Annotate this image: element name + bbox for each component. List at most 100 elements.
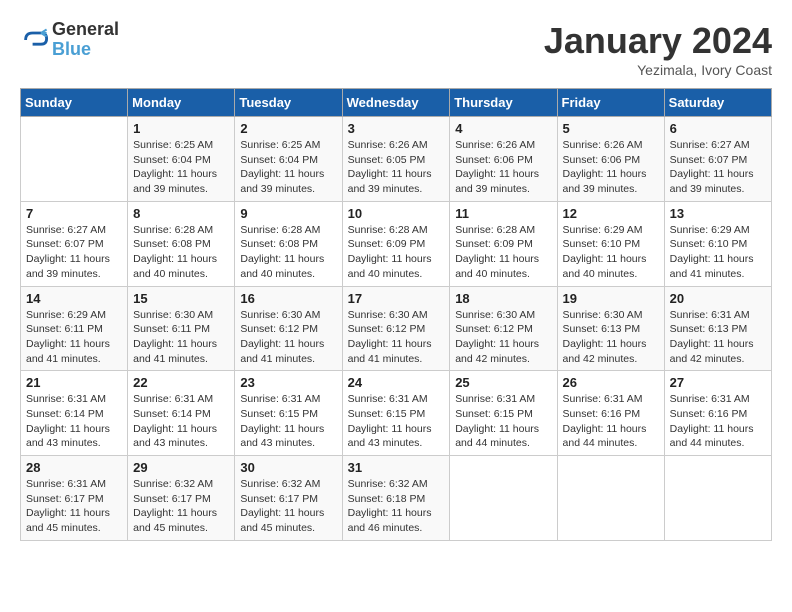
day-info: Sunrise: 6:27 AM Sunset: 6:07 PM Dayligh… bbox=[670, 138, 766, 197]
day-number: 12 bbox=[563, 206, 659, 221]
day-info: Sunrise: 6:26 AM Sunset: 6:06 PM Dayligh… bbox=[563, 138, 659, 197]
calendar-cell: 1 Sunrise: 6:25 AM Sunset: 6:04 PM Daylig… bbox=[128, 117, 235, 202]
header-day: Thursday bbox=[450, 89, 557, 117]
calendar-cell: 7 Sunrise: 6:27 AM Sunset: 6:07 PM Daylig… bbox=[21, 201, 128, 286]
calendar-cell: 8 Sunrise: 6:28 AM Sunset: 6:08 PM Daylig… bbox=[128, 201, 235, 286]
calendar-cell: 9 Sunrise: 6:28 AM Sunset: 6:08 PM Daylig… bbox=[235, 201, 342, 286]
day-info: Sunrise: 6:25 AM Sunset: 6:04 PM Dayligh… bbox=[133, 138, 229, 197]
calendar-cell: 21 Sunrise: 6:31 AM Sunset: 6:14 PM Dayli… bbox=[21, 371, 128, 456]
day-info: Sunrise: 6:27 AM Sunset: 6:07 PM Dayligh… bbox=[26, 223, 122, 282]
location-subtitle: Yezimala, Ivory Coast bbox=[544, 62, 772, 78]
calendar-cell: 24 Sunrise: 6:31 AM Sunset: 6:15 PM Dayli… bbox=[342, 371, 450, 456]
calendar-cell: 16Sunrise: 6:30 AM Sunset: 6:12 PM Dayli… bbox=[235, 286, 342, 371]
calendar-cell: 11 Sunrise: 6:28 AM Sunset: 6:09 PM Dayli… bbox=[450, 201, 557, 286]
month-title: January 2024 bbox=[544, 20, 772, 62]
calendar-cell: 13Sunrise: 6:29 AM Sunset: 6:10 PM Dayli… bbox=[664, 201, 771, 286]
day-info: Sunrise: 6:28 AM Sunset: 6:09 PM Dayligh… bbox=[348, 223, 445, 282]
day-number: 24 bbox=[348, 375, 445, 390]
day-number: 21 bbox=[26, 375, 122, 390]
calendar-cell: 12 Sunrise: 6:29 AM Sunset: 6:10 PM Dayli… bbox=[557, 201, 664, 286]
logo-icon bbox=[20, 26, 48, 54]
calendar-cell: 20 Sunrise: 6:31 AM Sunset: 6:13 PM Dayli… bbox=[664, 286, 771, 371]
day-info: Sunrise: 6:29 AM Sunset: 6:11 PM Dayligh… bbox=[26, 308, 122, 367]
day-number: 30 bbox=[240, 460, 336, 475]
calendar-cell: 3 Sunrise: 6:26 AM Sunset: 6:05 PM Daylig… bbox=[342, 117, 450, 202]
calendar-cell: 14 Sunrise: 6:29 AM Sunset: 6:11 PM Dayli… bbox=[21, 286, 128, 371]
header-day: Monday bbox=[128, 89, 235, 117]
logo-line2: Blue bbox=[52, 40, 119, 60]
calendar-cell: 30Sunrise: 6:32 AM Sunset: 6:17 PM Dayli… bbox=[235, 456, 342, 541]
day-info: Sunrise: 6:30 AM Sunset: 6:12 PM Dayligh… bbox=[240, 308, 336, 367]
day-info: Sunrise: 6:31 AM Sunset: 6:16 PM Dayligh… bbox=[563, 392, 659, 451]
day-number: 2 bbox=[240, 121, 336, 136]
day-number: 4 bbox=[455, 121, 551, 136]
calendar-cell: 27 Sunrise: 6:31 AM Sunset: 6:16 PM Dayli… bbox=[664, 371, 771, 456]
calendar-week-row: 7 Sunrise: 6:27 AM Sunset: 6:07 PM Daylig… bbox=[21, 201, 772, 286]
day-number: 11 bbox=[455, 206, 551, 221]
day-number: 13 bbox=[670, 206, 766, 221]
logo: General Blue bbox=[20, 20, 119, 60]
calendar-cell bbox=[664, 456, 771, 541]
day-number: 14 bbox=[26, 291, 122, 306]
calendar-cell bbox=[450, 456, 557, 541]
header-day: Friday bbox=[557, 89, 664, 117]
day-info: Sunrise: 6:31 AM Sunset: 6:13 PM Dayligh… bbox=[670, 308, 766, 367]
day-info: Sunrise: 6:26 AM Sunset: 6:05 PM Dayligh… bbox=[348, 138, 445, 197]
calendar-week-row: 1 Sunrise: 6:25 AM Sunset: 6:04 PM Daylig… bbox=[21, 117, 772, 202]
day-info: Sunrise: 6:31 AM Sunset: 6:14 PM Dayligh… bbox=[133, 392, 229, 451]
day-info: Sunrise: 6:30 AM Sunset: 6:12 PM Dayligh… bbox=[455, 308, 551, 367]
day-number: 20 bbox=[670, 291, 766, 306]
day-info: Sunrise: 6:31 AM Sunset: 6:15 PM Dayligh… bbox=[455, 392, 551, 451]
day-info: Sunrise: 6:29 AM Sunset: 6:10 PM Dayligh… bbox=[563, 223, 659, 282]
calendar-cell: 2Sunrise: 6:25 AM Sunset: 6:04 PM Daylig… bbox=[235, 117, 342, 202]
day-info: Sunrise: 6:31 AM Sunset: 6:15 PM Dayligh… bbox=[348, 392, 445, 451]
day-number: 8 bbox=[133, 206, 229, 221]
day-number: 5 bbox=[563, 121, 659, 136]
day-number: 1 bbox=[133, 121, 229, 136]
calendar-week-row: 28 Sunrise: 6:31 AM Sunset: 6:17 PM Dayli… bbox=[21, 456, 772, 541]
calendar-cell: 10 Sunrise: 6:28 AM Sunset: 6:09 PM Dayli… bbox=[342, 201, 450, 286]
day-number: 10 bbox=[348, 206, 445, 221]
title-block: January 2024 Yezimala, Ivory Coast bbox=[544, 20, 772, 78]
day-info: Sunrise: 6:32 AM Sunset: 6:18 PM Dayligh… bbox=[348, 477, 445, 536]
logo-line1: General bbox=[52, 20, 119, 40]
calendar-cell: 6 Sunrise: 6:27 AM Sunset: 6:07 PM Daylig… bbox=[664, 117, 771, 202]
calendar-week-row: 21 Sunrise: 6:31 AM Sunset: 6:14 PM Dayli… bbox=[21, 371, 772, 456]
day-number: 6 bbox=[670, 121, 766, 136]
day-info: Sunrise: 6:30 AM Sunset: 6:12 PM Dayligh… bbox=[348, 308, 445, 367]
day-number: 22 bbox=[133, 375, 229, 390]
day-number: 3 bbox=[348, 121, 445, 136]
day-info: Sunrise: 6:31 AM Sunset: 6:17 PM Dayligh… bbox=[26, 477, 122, 536]
calendar-cell: 28 Sunrise: 6:31 AM Sunset: 6:17 PM Dayli… bbox=[21, 456, 128, 541]
calendar-cell bbox=[557, 456, 664, 541]
day-info: Sunrise: 6:28 AM Sunset: 6:08 PM Dayligh… bbox=[133, 223, 229, 282]
calendar-cell: 4Sunrise: 6:26 AM Sunset: 6:06 PM Daylig… bbox=[450, 117, 557, 202]
day-info: Sunrise: 6:31 AM Sunset: 6:14 PM Dayligh… bbox=[26, 392, 122, 451]
header-day: Wednesday bbox=[342, 89, 450, 117]
day-info: Sunrise: 6:30 AM Sunset: 6:13 PM Dayligh… bbox=[563, 308, 659, 367]
calendar-table: SundayMondayTuesdayWednesdayThursdayFrid… bbox=[20, 88, 772, 541]
day-number: 15 bbox=[133, 291, 229, 306]
day-number: 9 bbox=[240, 206, 336, 221]
day-info: Sunrise: 6:31 AM Sunset: 6:16 PM Dayligh… bbox=[670, 392, 766, 451]
calendar-cell: 19Sunrise: 6:30 AM Sunset: 6:13 PM Dayli… bbox=[557, 286, 664, 371]
header-day: Sunday bbox=[21, 89, 128, 117]
day-number: 28 bbox=[26, 460, 122, 475]
calendar-cell: 18Sunrise: 6:30 AM Sunset: 6:12 PM Dayli… bbox=[450, 286, 557, 371]
calendar-cell bbox=[21, 117, 128, 202]
calendar-cell: 17Sunrise: 6:30 AM Sunset: 6:12 PM Dayli… bbox=[342, 286, 450, 371]
day-number: 31 bbox=[348, 460, 445, 475]
calendar-cell: 15Sunrise: 6:30 AM Sunset: 6:11 PM Dayli… bbox=[128, 286, 235, 371]
day-info: Sunrise: 6:31 AM Sunset: 6:15 PM Dayligh… bbox=[240, 392, 336, 451]
day-number: 23 bbox=[240, 375, 336, 390]
calendar-cell: 31 Sunrise: 6:32 AM Sunset: 6:18 PM Dayli… bbox=[342, 456, 450, 541]
day-info: Sunrise: 6:28 AM Sunset: 6:08 PM Dayligh… bbox=[240, 223, 336, 282]
header-row: SundayMondayTuesdayWednesdayThursdayFrid… bbox=[21, 89, 772, 117]
day-number: 25 bbox=[455, 375, 551, 390]
day-number: 26 bbox=[563, 375, 659, 390]
calendar-cell: 22 Sunrise: 6:31 AM Sunset: 6:14 PM Dayli… bbox=[128, 371, 235, 456]
day-number: 27 bbox=[670, 375, 766, 390]
page-header: General Blue January 2024 Yezimala, Ivor… bbox=[20, 20, 772, 78]
day-info: Sunrise: 6:28 AM Sunset: 6:09 PM Dayligh… bbox=[455, 223, 551, 282]
day-number: 7 bbox=[26, 206, 122, 221]
